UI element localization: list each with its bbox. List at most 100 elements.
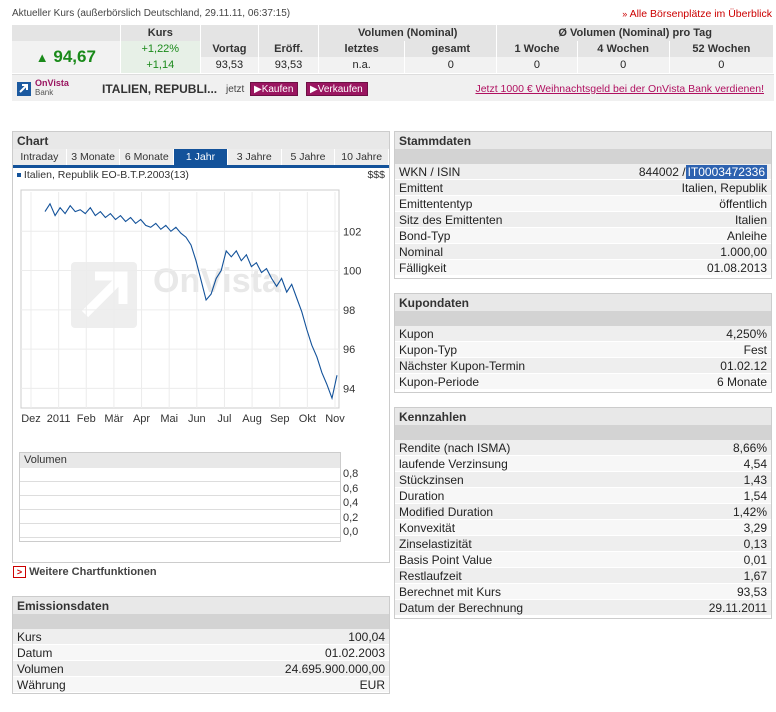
instrument-name: ITALIEN, REPUBLI...	[102, 82, 218, 96]
col-1w: 1 Woche	[496, 41, 578, 57]
watermark-text: OnVista	[153, 262, 282, 300]
col-kurs: Kurs	[120, 25, 201, 41]
stammdaten-row-label: Emittententyp	[399, 197, 473, 211]
eroeff-value: 93,53	[258, 57, 320, 73]
more-chart-functions-link[interactable]: > Weitere Chartfunktionen	[13, 566, 157, 578]
tab-10-jahre[interactable]: 10 Jahre	[335, 149, 390, 165]
tab-5-jahre[interactable]: 5 Jahre	[281, 149, 336, 165]
currency-toggle[interactable]: $$$	[367, 169, 385, 181]
price-chart[interactable]: OnVista Dez 2011 Feb Mär Apr Mai Jun Jul Aug Sep Ok…	[13, 182, 389, 432]
series-swatch	[17, 173, 21, 178]
isin-value[interactable]: IT0003472336	[685, 165, 767, 179]
promo-link[interactable]: Jetzt 1000 € Weihnachtsgeld bei der OnVi…	[475, 83, 764, 95]
volume-title: Volumen	[20, 453, 340, 468]
emission-row-label: Kurs	[17, 630, 42, 644]
kennzahlen-row-value: 1,43	[743, 473, 767, 487]
kennzahlen-row-value: 0,01	[743, 553, 767, 567]
emission-row: Datum 01.02.2003	[13, 645, 389, 661]
x-tick-label: Jul	[217, 413, 231, 425]
double-chevron-icon: »	[622, 9, 628, 19]
more-chart-functions-label: Weitere Chartfunktionen	[29, 566, 157, 578]
col-52w: 52 Wochen	[669, 41, 775, 57]
buy-button-label: Kaufen	[261, 84, 294, 95]
kennzahlen-row-label: Stückzinsen	[399, 473, 464, 487]
tab-3-jahre[interactable]: 3 Jahre	[227, 149, 282, 165]
vortag-value: 93,53	[200, 57, 259, 73]
emission-row-value: 01.02.2003	[324, 646, 385, 660]
sell-button[interactable]: ▶Verkaufen	[306, 82, 368, 96]
kennzahlen-row: Basis Point Value 0,01	[395, 552, 771, 568]
arrow-up-icon: ▲	[35, 50, 49, 65]
stammdaten-row-label: Fälligkeit	[399, 261, 447, 275]
stammdaten-row: Fälligkeit 01.08.2013	[395, 260, 771, 276]
tab-intraday[interactable]: Intraday	[13, 149, 67, 165]
all-exchanges-link-label: Alle Börsenplätze im Überblick	[629, 8, 772, 20]
kupondaten-row-value: 4,250%	[726, 327, 767, 341]
gesamt-value: 0	[404, 57, 498, 73]
onvista-logo-icon	[17, 82, 31, 96]
kennzahlen-row-label: Zinselastizität	[399, 537, 472, 551]
kennzahlen-row-label: laufende Verzinsung	[399, 457, 508, 471]
tab-3-monate[interactable]: 3 Monate	[66, 149, 121, 165]
kupondaten-row: Kupon-Typ Fest	[395, 342, 771, 358]
x-tick-label: Mai	[160, 413, 178, 425]
emission-row-label: Datum	[17, 646, 53, 660]
emission-panel: Emissionsdaten Kurs 100,04 Datum 01.02.2003…	[12, 596, 390, 694]
kupondaten-panel: Kupondaten Kupon 4,250% Kupon-Typ Fest Nächs…	[394, 293, 772, 393]
x-tick-label: Nov	[325, 413, 345, 425]
wkn-isin-row: WKN / ISIN 844002 /IT0003472336	[395, 164, 771, 180]
col-eroeff: Eröff.	[258, 41, 320, 57]
stammdaten-row-label: Emittent	[399, 181, 444, 195]
logo-line2: Bank	[35, 88, 54, 97]
top-bar: Aktueller Kurs (außerbörslich Deutschlan…	[0, 0, 776, 24]
quote-table: Kurs Volumen (Nominal) Ø Volumen (Nomina…	[12, 25, 775, 73]
all-exchanges-link[interactable]: » Alle Börsenplätze im Überblick	[622, 8, 772, 20]
stammdaten-row: Emittent Italien, Republik	[395, 180, 771, 196]
x-tick-label: Feb	[77, 413, 96, 425]
volume-gridline	[20, 496, 340, 510]
tab-1-jahr[interactable]: 1 Jahr	[174, 149, 228, 165]
stammdaten-row-label: Sitz des Emittenten	[399, 213, 503, 227]
y-tick-label: 96	[343, 344, 355, 356]
emission-row-value: EUR	[359, 678, 385, 692]
series-legend: Italien, Republik EO-B.T.P.2003(13)	[17, 169, 189, 181]
stammdaten-title: Stammdaten	[395, 132, 771, 149]
kupondaten-row: Kupon 4,250%	[395, 326, 771, 342]
stammdaten-row-value: 1.000,00	[720, 245, 767, 259]
kennzahlen-row: Zinselastizität 0,13	[395, 536, 771, 552]
play-icon: ▶	[254, 84, 262, 95]
col-gesamt: gesamt	[404, 41, 498, 57]
jetzt-label: jetzt	[226, 84, 245, 95]
emission-row-label: Volumen	[17, 662, 64, 676]
volume-chart: Volumen	[19, 452, 341, 542]
volume-tick-label: 0,2	[343, 511, 359, 524]
kennzahlen-row: Duration 1,54	[395, 488, 771, 504]
kennzahlen-row: Modified Duration 1,42%	[395, 504, 771, 520]
wkn-value: 844002 /	[638, 165, 686, 179]
kennzahlen-row-value: 3,29	[743, 521, 767, 535]
emission-row: Volumen 24.695.900.000,00	[13, 661, 389, 677]
tab-6-monate[interactable]: 6 Monate	[120, 149, 175, 165]
onvista-bank-logo[interactable]: OnVista Bank	[16, 79, 69, 98]
avg-4w-value: 0	[577, 57, 670, 73]
kennzahlen-row: Rendite (nach ISMA) 8,66%	[395, 440, 771, 456]
x-tick-label: Apr	[133, 413, 150, 425]
stammdaten-row: Emittententyp öffentlich	[395, 196, 771, 212]
kennzahlen-row-label: Restlaufzeit	[399, 569, 462, 583]
emission-row: Kurs 100,04	[13, 629, 389, 645]
emission-title: Emissionsdaten	[13, 597, 389, 614]
kupondaten-title: Kupondaten	[395, 294, 771, 311]
letztes-value: n.a.	[318, 57, 406, 73]
wkn-isin-label: WKN / ISIN	[399, 165, 461, 179]
col-4w: 4 Wochen	[577, 41, 670, 57]
current-price: ▲ 94,67	[12, 41, 121, 73]
emission-row: Währung EUR	[13, 677, 389, 693]
kennzahlen-row-value: 1,67	[743, 569, 767, 583]
kennzahlen-row: Stückzinsen 1,43	[395, 472, 771, 488]
kennzahlen-row: Berechnet mit Kurs 93,53	[395, 584, 771, 600]
kennzahlen-row-value: 4,54	[743, 457, 767, 471]
kennzahlen-row-label: Konvexität	[399, 521, 456, 535]
kennzahlen-row-label: Rendite (nach ISMA)	[399, 441, 511, 455]
buy-button[interactable]: ▶Kaufen	[250, 82, 299, 96]
stammdaten-row-label: Nominal	[399, 245, 444, 259]
